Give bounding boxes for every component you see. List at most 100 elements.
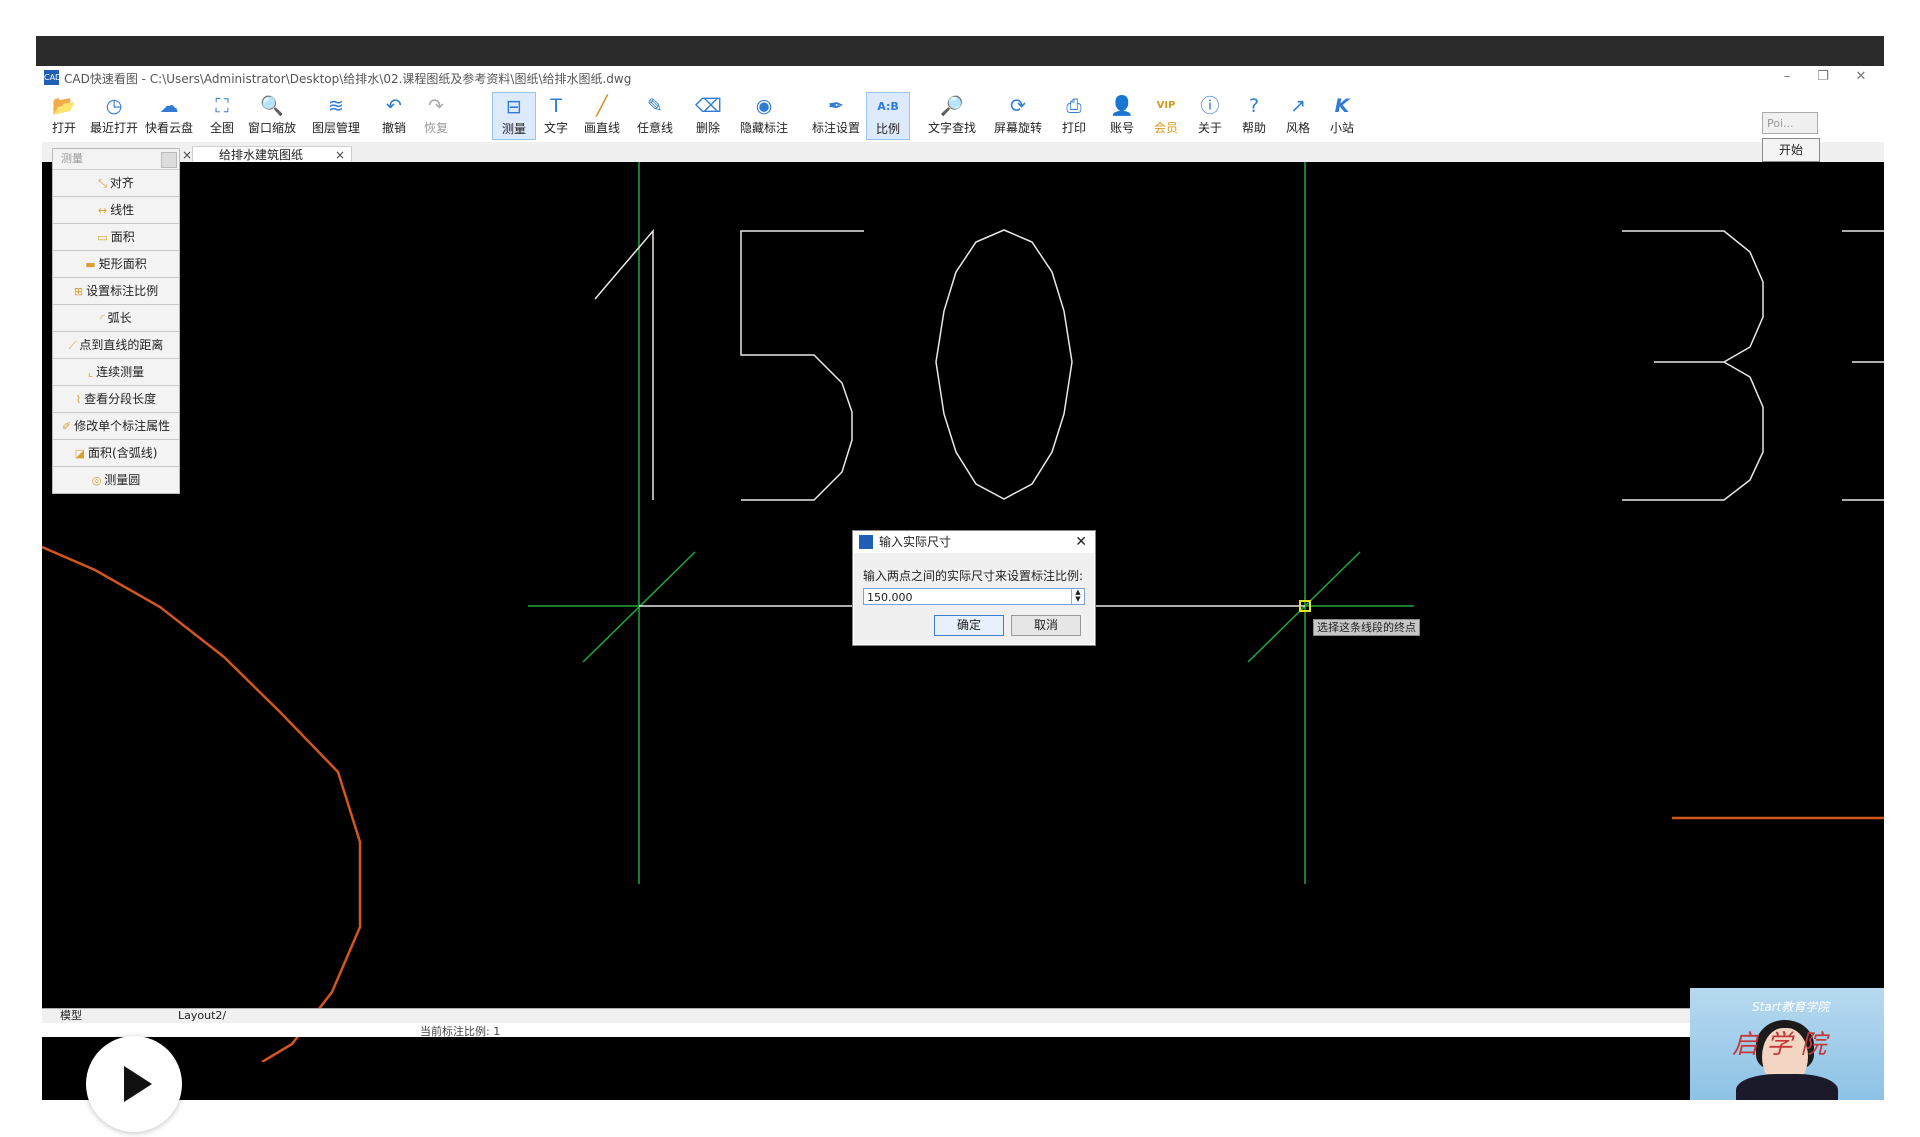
presenter-body xyxy=(1736,1074,1838,1100)
toolbar-text-button[interactable]: T 文字 xyxy=(534,92,578,140)
measure-panel-close-icon[interactable]: × xyxy=(182,148,192,162)
webcam-overlay: Start教育学院 启 学 院 xyxy=(1690,988,1884,1100)
toolbar-scale-button[interactable]: A:B 比例 xyxy=(866,92,910,140)
app-logo-icon: CAD xyxy=(44,70,61,85)
orange-boundary-left xyxy=(42,545,362,1062)
cancel-button[interactable]: 取消 xyxy=(1011,615,1081,636)
toolbar-redo-button[interactable]: ↷ 恢复 xyxy=(414,92,458,140)
help-icon: ? xyxy=(1248,95,1260,117)
toolbar-station-button[interactable]: K 小站 xyxy=(1320,92,1364,140)
toolbar-account-button[interactable]: 👤 账号 xyxy=(1100,92,1144,140)
annotation-settings-icon: ✒ xyxy=(828,95,844,117)
layout-tab-model[interactable]: 模型 xyxy=(54,1009,88,1023)
measure-item-align[interactable]: ⤡ 对齐 xyxy=(53,170,179,197)
point-line-icon: ⟋ xyxy=(68,339,77,352)
text-search-icon: 🔎 xyxy=(940,95,964,117)
cad-window: CAD CAD快速看图 - C:\Users\Administrator\Des… xyxy=(42,66,1884,1100)
text-icon: T xyxy=(550,95,562,117)
toolbar-measure-button[interactable]: ⊟ 测量 xyxy=(492,92,536,140)
measure-item-linear[interactable]: ↔ 线性 xyxy=(53,197,179,224)
eraser-icon: ⌫ xyxy=(695,95,722,117)
fit-all-icon: ⛶ xyxy=(215,95,229,117)
rect-area-icon: ▬ xyxy=(85,258,96,271)
main-toolbar: 📂 打开 ◷ 最近打开 ☁ 快看云盘 ⛶ 全图 🔍 窗口缩放 ≋ 图层管理 ↶ 撤销 ↷ 恢复 … xyxy=(42,90,1884,142)
toolbar-help-button[interactable]: ? 帮助 xyxy=(1232,92,1276,140)
toolbar-draw-line-button[interactable]: ╱ 画直线 xyxy=(580,92,624,140)
restore-button[interactable]: ❐ xyxy=(1808,68,1838,86)
title-bar: CAD CAD快速看图 - C:\Users\Administrator\Des… xyxy=(42,66,1884,91)
status-bar: 当前标注比例: 1 xyxy=(42,1023,1884,1038)
measure-panel-title: 测量 xyxy=(61,152,83,165)
layout-tab-layout2[interactable]: Layout2/ xyxy=(172,1009,232,1023)
set-scale-icon: ⊞ xyxy=(73,285,84,298)
dialog-prompt: 输入两点之间的实际尺寸来设置标注比例: xyxy=(863,569,1084,583)
measure-item-arc-length[interactable]: ◜ 弧长 xyxy=(53,305,179,332)
area-arc-icon: ◪ xyxy=(74,447,86,460)
toolbar-text-search-button[interactable]: 🔎 文字查找 xyxy=(922,92,982,140)
webcam-brand-text: Start教育学院 xyxy=(1752,1000,1830,1014)
measure-icon: ⊟ xyxy=(506,96,522,118)
toolbar-undo-button[interactable]: ↶ 撤销 xyxy=(372,92,416,140)
cloud-icon: ☁ xyxy=(159,95,179,117)
measure-item-area[interactable]: ▭ 面积 xyxy=(53,224,179,251)
linear-icon: ↔ xyxy=(97,204,108,217)
start-button[interactable]: 开始 xyxy=(1762,138,1820,162)
dialog-title-bar: 输入实际尺寸 ✕ xyxy=(853,531,1095,553)
toolbar-print-button[interactable]: ⎙ 打印 xyxy=(1052,92,1096,140)
window-title: CAD快速看图 - C:\Users\Administrator\Desktop… xyxy=(64,72,632,86)
toolbar-rotate-screen-button[interactable]: ⟳ 屏幕旋转 xyxy=(988,92,1048,140)
vip-icon: VIP xyxy=(1156,100,1176,111)
redo-icon: ↷ xyxy=(428,95,444,117)
printer-icon: ⎙ xyxy=(1066,95,1082,117)
clock-icon: ◷ xyxy=(105,95,123,117)
circle-icon: ◎ xyxy=(91,474,102,487)
layers-icon: ≋ xyxy=(328,95,344,117)
search-input[interactable]: Poi... xyxy=(1762,112,1818,134)
measure-item-area-arc[interactable]: ◪ 面积(含弧线) xyxy=(53,440,179,467)
video-top-bar xyxy=(36,36,1884,66)
eye-hidden-icon: ◉ xyxy=(755,95,773,117)
input-actual-size-dialog: 输入实际尺寸 ✕ 输入两点之间的实际尺寸来设置标注比例: 150.000 ▲ ▼ … xyxy=(852,530,1096,646)
dialog-app-icon xyxy=(859,535,873,549)
toolbar-about-button[interactable]: ⓘ 关于 xyxy=(1188,92,1232,140)
measure-item-segment-length[interactable]: ⌇ 查看分段长度 xyxy=(53,386,179,413)
segment-length-icon: ⌇ xyxy=(75,393,82,406)
toolbar-style-button[interactable]: ↗ 风格 xyxy=(1276,92,1320,140)
measure-item-edit-annotation[interactable]: ✐ 修改单个标注属性 xyxy=(53,413,179,440)
ok-button[interactable]: 确定 xyxy=(934,615,1004,636)
toolbar-annotation-settings-button[interactable]: ✒ 标注设置 xyxy=(806,92,866,140)
info-icon: ⓘ xyxy=(1200,95,1220,117)
minimize-button[interactable]: – xyxy=(1772,68,1802,86)
toolbar-delete-button[interactable]: ⌫ 删除 xyxy=(686,92,730,140)
cursor-tooltip: 选择这条线段的终点 xyxy=(1313,619,1420,636)
panel-pin-icon[interactable] xyxy=(161,152,177,168)
dialog-close-icon[interactable]: ✕ xyxy=(1075,531,1087,553)
measure-item-point-line[interactable]: ⟋ 点到直线的距离 xyxy=(53,332,179,359)
measure-item-circle[interactable]: ◎ 测量圆 xyxy=(53,467,179,493)
toolbar-zoom-window-button[interactable]: 🔍 窗口缩放 xyxy=(242,92,302,140)
dimension-text-35 xyxy=(1622,230,1884,501)
spinner-icon[interactable]: ▲ ▼ xyxy=(1071,589,1084,604)
toolbar-recent-button[interactable]: ◷ 最近打开 xyxy=(87,92,141,140)
toolbar-vip-button[interactable]: VIP 会员 xyxy=(1144,92,1188,140)
toolbar-open-button[interactable]: 📂 打开 xyxy=(42,92,86,140)
toolbar-layers-button[interactable]: ≋ 图层管理 xyxy=(306,92,366,140)
toolbar-fit-all-button[interactable]: ⛶ 全图 xyxy=(200,92,244,140)
style-icon: ↗ xyxy=(1290,95,1306,117)
status-text: 当前标注比例: 1 xyxy=(420,1025,501,1038)
measure-item-rect-area[interactable]: ▬ 矩形面积 xyxy=(53,251,179,278)
document-tab[interactable]: 给排水建筑图纸 × xyxy=(192,146,352,163)
video-play-button[interactable] xyxy=(86,1036,182,1132)
pen-icon: ✎ xyxy=(647,95,663,117)
arc-length-icon: ◜ xyxy=(100,312,105,325)
toolbar-hide-annotation-button[interactable]: ◉ 隐藏标注 xyxy=(734,92,794,140)
measure-item-continuous[interactable]: ⌞ 连续测量 xyxy=(53,359,179,386)
align-icon: ⤡ xyxy=(98,177,107,190)
measure-item-set-scale[interactable]: ⊞ 设置标注比例 xyxy=(53,278,179,305)
toolbar-cloud-button[interactable]: ☁ 快看云盘 xyxy=(142,92,196,140)
close-button[interactable]: ✕ xyxy=(1846,68,1876,86)
measure-panel: 测量 ⤡ 对齐 ↔ 线性 ▭ 面积 ▬ 矩形面积 ⊞ 设置标注比例 ◜ 弧长 ⟋ 点到直线的距… xyxy=(52,148,180,494)
user-icon: 👤 xyxy=(1110,95,1134,117)
actual-size-input[interactable]: 150.000 ▲ ▼ xyxy=(863,588,1085,605)
toolbar-freehand-button[interactable]: ✎ 任意线 xyxy=(630,92,680,140)
